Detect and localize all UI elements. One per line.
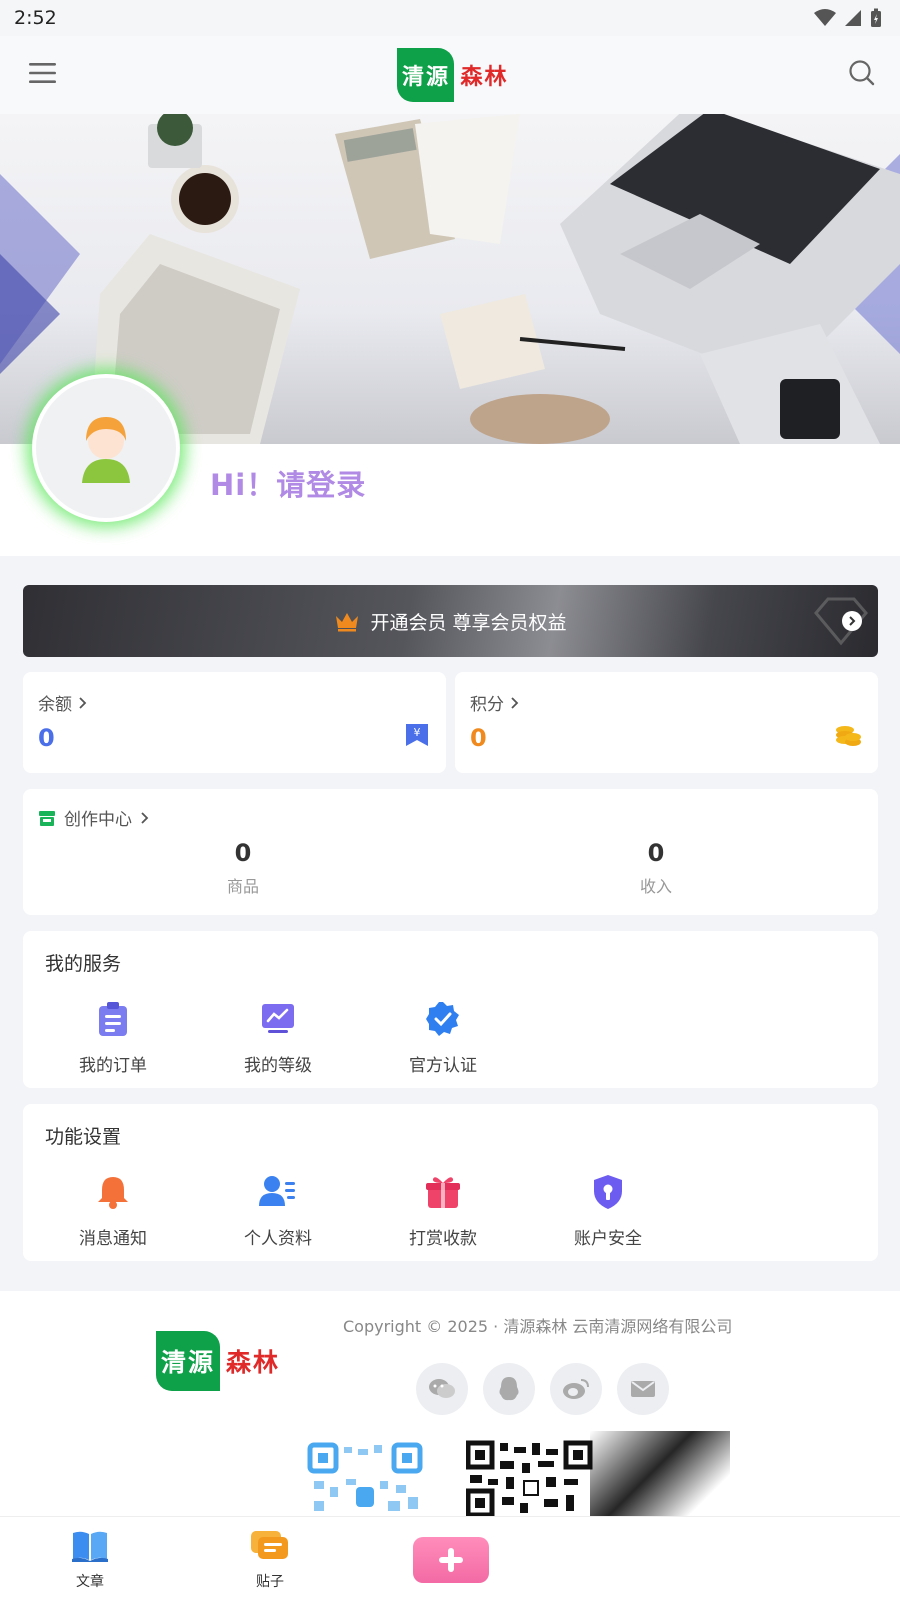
footer-logo-text: 森林 [226, 1348, 281, 1377]
official-verify-item[interactable]: 官方认证 [368, 1001, 518, 1076]
crown-icon [334, 610, 360, 632]
points-label-row: 积分 [470, 690, 520, 715]
battery-icon [871, 8, 881, 27]
points-card[interactable]: 积分 0 [455, 672, 878, 773]
copyright-text: Copyright © 2025 · 清源森林 云南清源网络有限公司 [343, 1317, 733, 1336]
weibo-icon[interactable] [550, 1363, 602, 1415]
brand-logo: 清源 森林 [397, 48, 508, 102]
services-title: 我的服务 [45, 953, 122, 975]
account-security-item[interactable]: 账户安全 [533, 1174, 683, 1249]
my-orders-item[interactable]: 我的订单 [38, 1001, 188, 1076]
qq-icon[interactable] [483, 1363, 535, 1415]
wifi-icon [814, 9, 836, 26]
income-count: 0 [647, 839, 665, 867]
nav-articles-label: 文章 [76, 1574, 104, 1590]
clipboard-icon [96, 1001, 130, 1041]
svg-text:¥: ¥ [414, 726, 421, 739]
logo-text: 森林 [460, 65, 509, 90]
tipping-item[interactable]: 打赏收款 [368, 1174, 518, 1249]
settings-title: 功能设置 [45, 1126, 122, 1148]
vip-label: 开通会员 尊享会员权益 [370, 611, 567, 634]
top-bar: 清源 森林 [0, 36, 900, 114]
goods-label: 商品 [226, 877, 259, 896]
status-icons [814, 8, 882, 28]
income-stat[interactable]: 0 收入 [556, 839, 756, 897]
menu-icon[interactable] [28, 60, 58, 90]
balance-card[interactable]: 余额 0 ¥ [23, 672, 446, 773]
creation-center-link[interactable]: 创作中心 [38, 805, 150, 830]
official-verify-label: 官方认证 [409, 1056, 477, 1076]
qq-qr-code [300, 1439, 435, 1519]
points-value: 0 [470, 724, 487, 752]
avatar[interactable] [32, 374, 180, 522]
chat-icon [250, 1529, 290, 1567]
services-card: 我的服务 我的订单 我的等级 官方认证 [23, 931, 878, 1088]
status-time: 2:52 [14, 7, 57, 29]
login-prompt[interactable]: Hi！请登录 [210, 462, 366, 504]
store-icon [39, 810, 55, 826]
gift-icon [425, 1174, 461, 1214]
profile-label: 个人资料 [244, 1229, 312, 1249]
vip-banner[interactable]: 开通会员 尊享会员权益 [23, 585, 878, 657]
plus-icon [439, 1548, 463, 1572]
nav-posts-label: 贴子 [256, 1574, 284, 1590]
tipping-label: 打赏收款 [409, 1229, 477, 1249]
account-security-label: 账户安全 [574, 1229, 642, 1249]
settings-card: 功能设置 消息通知 个人资料 打赏收款 账户安全 [23, 1104, 878, 1261]
creation-center-card: 创作中心 0 商品 0 收入 [23, 789, 878, 915]
logo-mark: 清源 [397, 48, 455, 102]
nav-articles[interactable]: 文章 [50, 1529, 130, 1591]
chevron-right-icon [79, 696, 87, 709]
points-label: 积分 [470, 695, 504, 715]
coins-icon [834, 722, 862, 754]
signal-icon [845, 10, 861, 26]
creation-center-title: 创作中心 [64, 810, 132, 830]
balance-label: 余额 [38, 695, 72, 715]
my-level-item[interactable]: 我的等级 [203, 1001, 353, 1076]
mail-icon[interactable] [617, 1363, 669, 1415]
search-icon[interactable] [848, 59, 876, 91]
balance-label-row: 余额 [38, 690, 88, 715]
user-avatar-icon [82, 417, 130, 483]
my-orders-label: 我的订单 [79, 1056, 147, 1076]
footer-logo: 清源 森林 [156, 1331, 280, 1391]
chevron-right-icon [511, 696, 519, 709]
goods-stat[interactable]: 0 商品 [143, 839, 343, 897]
goods-count: 0 [234, 839, 252, 867]
wallet-icon: ¥ [404, 722, 430, 752]
wechat-icon[interactable] [416, 1363, 468, 1415]
my-level-label: 我的等级 [244, 1056, 312, 1076]
notifications-item[interactable]: 消息通知 [38, 1174, 188, 1249]
chevron-right-icon [842, 611, 862, 631]
wechat-qr-code [465, 1439, 601, 1519]
status-bar: 2:52 [0, 0, 900, 36]
profile-item[interactable]: 个人资料 [203, 1174, 353, 1249]
chevron-right-icon [141, 811, 149, 824]
income-label: 收入 [639, 877, 672, 896]
footer-logo-mark: 清源 [156, 1331, 220, 1391]
bottom-nav: 文章 贴子 [0, 1516, 900, 1600]
book-icon [71, 1529, 109, 1567]
balance-value: 0 [38, 724, 55, 752]
profile-icon [259, 1174, 297, 1214]
bell-icon [96, 1174, 130, 1214]
nav-posts[interactable]: 贴子 [230, 1529, 310, 1591]
footer-decoration [590, 1431, 730, 1521]
shield-icon [591, 1174, 625, 1214]
notifications-label: 消息通知 [79, 1229, 147, 1249]
diamond-icon [814, 597, 868, 646]
add-post-button[interactable] [413, 1537, 489, 1583]
footer: Copyright © 2025 · 清源森林 云南清源网络有限公司 清源 森林 [0, 1291, 900, 1521]
verified-icon [425, 1001, 461, 1041]
chart-icon [260, 1001, 296, 1041]
